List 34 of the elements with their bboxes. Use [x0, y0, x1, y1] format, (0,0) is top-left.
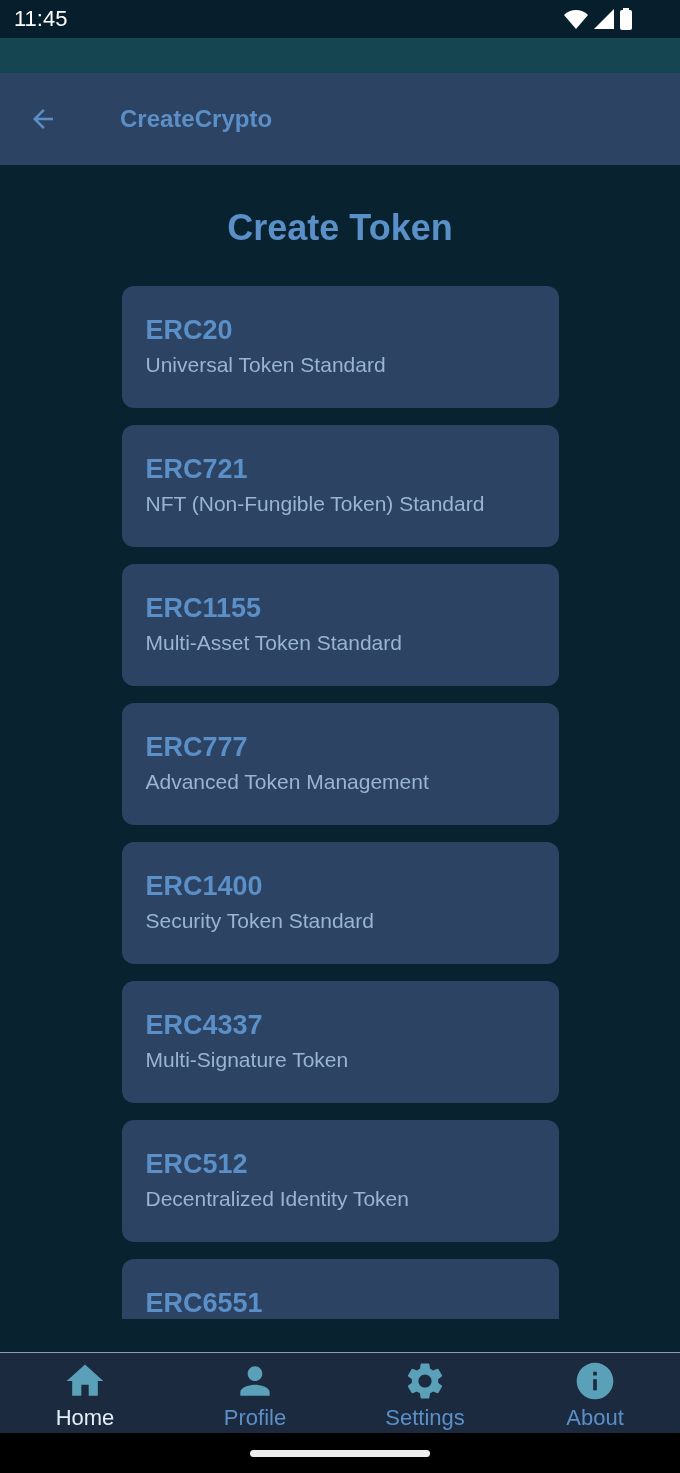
token-description: Universal Token Standard — [145, 352, 386, 378]
gesture-bar[interactable] — [250, 1449, 430, 1457]
token-card[interactable]: ERC1400 Security Token Standard — [121, 842, 559, 964]
wifi-icon — [564, 9, 588, 29]
nav-tab[interactable]: Profile — [170, 1353, 340, 1433]
nav-tab[interactable]: Home — [0, 1353, 170, 1433]
app-title: CreateCrypto — [120, 105, 273, 133]
token-name: ERC721 — [145, 453, 248, 485]
token-description: Security Token Standard — [145, 908, 374, 934]
page-heading: Create Token — [226, 207, 454, 249]
token-name: ERC4337 — [145, 1009, 263, 1041]
token-description: Multi-Signature Token — [145, 1047, 349, 1073]
signal-icon — [594, 9, 614, 29]
token-name: ERC777 — [145, 731, 248, 763]
battery-icon — [620, 8, 632, 30]
token-name: ERC512 — [145, 1148, 248, 1180]
token-card[interactable]: ERC721 NFT (Non-Fungible Token) Standard — [121, 425, 559, 547]
nav-tab[interactable]: About — [510, 1353, 680, 1433]
token-card[interactable]: ERC20 Universal Token Standard — [121, 286, 559, 408]
token-card[interactable]: ERC777 Advanced Token Management — [121, 703, 559, 825]
token-card[interactable]: ERC6551 — [121, 1259, 559, 1319]
status-time: 11:45 — [14, 6, 68, 32]
token-description: Advanced Token Management — [145, 769, 429, 795]
token-name: ERC6551 — [145, 1287, 263, 1319]
token-name: ERC20 — [145, 314, 233, 346]
token-card[interactable]: ERC512 Decentralized Identity Token — [121, 1120, 559, 1242]
token-description: Decentralized Identity Token — [145, 1186, 409, 1212]
token-card[interactable]: ERC1155 Multi-Asset Token Standard — [121, 564, 559, 686]
token-card[interactable]: ERC4337 Multi-Signature Token — [121, 981, 559, 1103]
token-description: Multi-Asset Token Standard — [145, 630, 402, 656]
token-name: ERC1400 — [145, 870, 263, 902]
token-name: ERC1155 — [145, 592, 262, 624]
nav-tab[interactable]: Settings — [340, 1353, 510, 1433]
token-description: NFT (Non-Fungible Token) Standard — [145, 491, 485, 517]
